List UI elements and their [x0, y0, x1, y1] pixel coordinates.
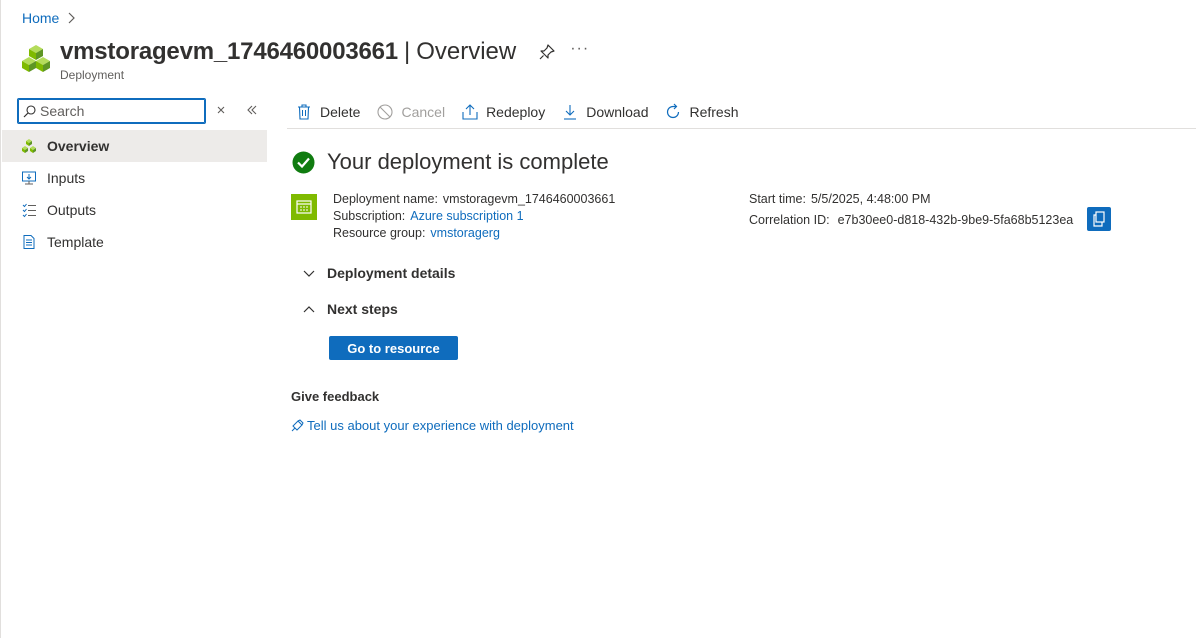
more-options-icon[interactable]: ···: [570, 40, 589, 58]
resource-group-label: Resource group:: [333, 226, 426, 240]
deployment-name-label: Deployment name:: [333, 192, 438, 206]
sidebar-item-overview[interactable]: Overview: [2, 130, 267, 162]
sidebar-item-label: Outputs: [47, 202, 97, 218]
sidebar-item-label: Overview: [47, 138, 110, 154]
deployment-name-value: vmstoragevm_1746460003661: [442, 192, 616, 206]
status-title: Your deployment is complete: [327, 149, 609, 174]
deployment-details-label: Deployment details: [327, 265, 456, 281]
deployment-cubes-icon: [22, 45, 50, 72]
search-box[interactable]: [17, 98, 206, 124]
cancel-label: Cancel: [401, 104, 446, 120]
correlation-id-row: Correlation ID: e7b30ee0-d818-432b-9be9-5…: [749, 213, 1073, 227]
search-icon: [23, 104, 36, 118]
feedback-link-text: Tell us about your experience with deplo…: [307, 418, 574, 433]
sidebar-nav: Overview Inputs Outputs Template: [2, 130, 267, 258]
success-check-icon: [292, 151, 315, 173]
start-time-row: Start time: 5/5/2025, 4:48:00 PM: [749, 192, 931, 206]
deployment-calendar-icon: [291, 194, 317, 220]
inputs-icon: [21, 170, 37, 186]
sidebar-item-label: Template: [47, 234, 104, 250]
redeploy-button[interactable]: Redeploy: [453, 97, 553, 127]
copy-icon: [1092, 211, 1106, 227]
subscription-link[interactable]: Azure subscription 1: [410, 209, 523, 223]
cancel-button[interactable]: Cancel: [368, 97, 453, 127]
start-time-label: Start time:: [749, 192, 806, 206]
title-separator: |: [403, 38, 411, 65]
breadcrumb-home-link[interactable]: Home: [22, 10, 59, 26]
download-icon: [561, 103, 579, 121]
chevron-up-icon: [301, 301, 317, 317]
outputs-icon: [21, 202, 37, 218]
subscription-label: Subscription:: [333, 209, 406, 223]
page-title-row: vmstoragevm_1746460003661 | Overview ···: [60, 36, 589, 68]
correlation-id-value: e7b30ee0-d818-432b-9be9-5fa68b5123ea: [837, 213, 1074, 227]
collapse-sidebar-icon[interactable]: [244, 103, 260, 117]
deployment-icon: [21, 138, 37, 154]
deployment-status: Your deployment is complete: [292, 149, 609, 175]
sidebar-item-label: Inputs: [47, 170, 86, 186]
chevron-right-icon: [67, 12, 76, 24]
command-bar: Delete Cancel Redeploy Download Refresh: [287, 96, 1196, 129]
go-to-resource-button[interactable]: Go to resource: [329, 336, 458, 360]
page-title: vmstoragevm_1746460003661: [60, 38, 398, 65]
search-input[interactable]: [40, 103, 200, 119]
deployment-details-toggle[interactable]: Deployment details: [301, 265, 455, 281]
refresh-icon: [664, 103, 682, 121]
trash-icon: [295, 103, 313, 121]
correlation-id-label: Correlation ID:: [749, 213, 830, 227]
pin-icon[interactable]: [538, 43, 556, 61]
start-time-value: 5/5/2025, 4:48:00 PM: [810, 192, 931, 206]
download-label: Download: [586, 104, 649, 120]
delete-button[interactable]: Delete: [287, 97, 368, 127]
copy-button[interactable]: [1087, 207, 1111, 231]
feedback-icon: [291, 419, 304, 432]
sidebar-item-inputs[interactable]: Inputs: [2, 162, 267, 194]
sidebar-item-template[interactable]: Template: [2, 226, 267, 258]
template-icon: [21, 234, 37, 250]
clear-search-icon[interactable]: [214, 103, 228, 117]
chevron-down-icon: [301, 265, 317, 281]
refresh-label: Refresh: [689, 104, 739, 120]
redeploy-label: Redeploy: [486, 104, 546, 120]
breadcrumb: Home: [22, 10, 76, 26]
resource-group-row: Resource group: vmstoragerg: [333, 226, 500, 240]
next-steps-label: Next steps: [327, 301, 398, 317]
refresh-button[interactable]: Refresh: [656, 97, 746, 127]
download-button[interactable]: Download: [553, 97, 656, 127]
subscription-row: Subscription: Azure subscription 1: [333, 209, 524, 223]
deployment-name-row: Deployment name: vmstoragevm_174646000366…: [333, 192, 615, 206]
resource-group-link[interactable]: vmstoragerg: [430, 226, 499, 240]
cancel-icon: [376, 103, 394, 121]
feedback-title: Give feedback: [291, 389, 380, 404]
feedback-link[interactable]: Tell us about your experience with deplo…: [291, 418, 574, 433]
upload-icon: [461, 103, 479, 121]
page-subtitle: Deployment: [60, 68, 125, 82]
page-section-title: Overview: [416, 38, 517, 65]
sidebar-item-outputs[interactable]: Outputs: [2, 194, 267, 226]
next-steps-toggle[interactable]: Next steps: [301, 301, 398, 317]
delete-label: Delete: [320, 104, 361, 120]
